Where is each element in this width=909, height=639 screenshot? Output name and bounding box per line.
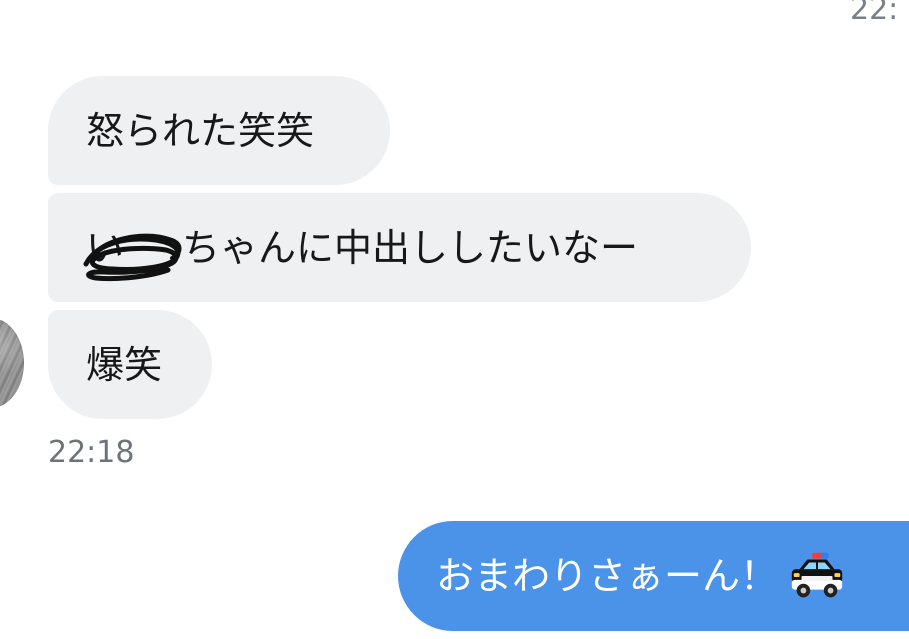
police-car-icon: [791, 552, 843, 598]
chat-screen: 22: 怒られた笑笑 い ちゃんに中出ししたいなー 爆笑 22:18 おまわりさ…: [0, 0, 909, 639]
received-message-1[interactable]: 怒られた笑笑: [48, 76, 390, 185]
received-message-3[interactable]: 爆笑: [48, 310, 212, 419]
message-text: 怒られた笑笑: [86, 108, 315, 153]
message-text: 爆笑: [86, 342, 163, 387]
sent-message[interactable]: おまわりさぁーん！: [398, 521, 909, 631]
top-timestamp: 22:: [850, 0, 899, 27]
message-text: おまわりさぁーん！: [436, 554, 779, 598]
scribble-redaction: [83, 233, 182, 282]
message-text: ちゃんに中出ししたいなー: [182, 225, 639, 270]
avatar[interactable]: [0, 318, 24, 408]
message-timestamp: 22:18: [48, 435, 135, 470]
